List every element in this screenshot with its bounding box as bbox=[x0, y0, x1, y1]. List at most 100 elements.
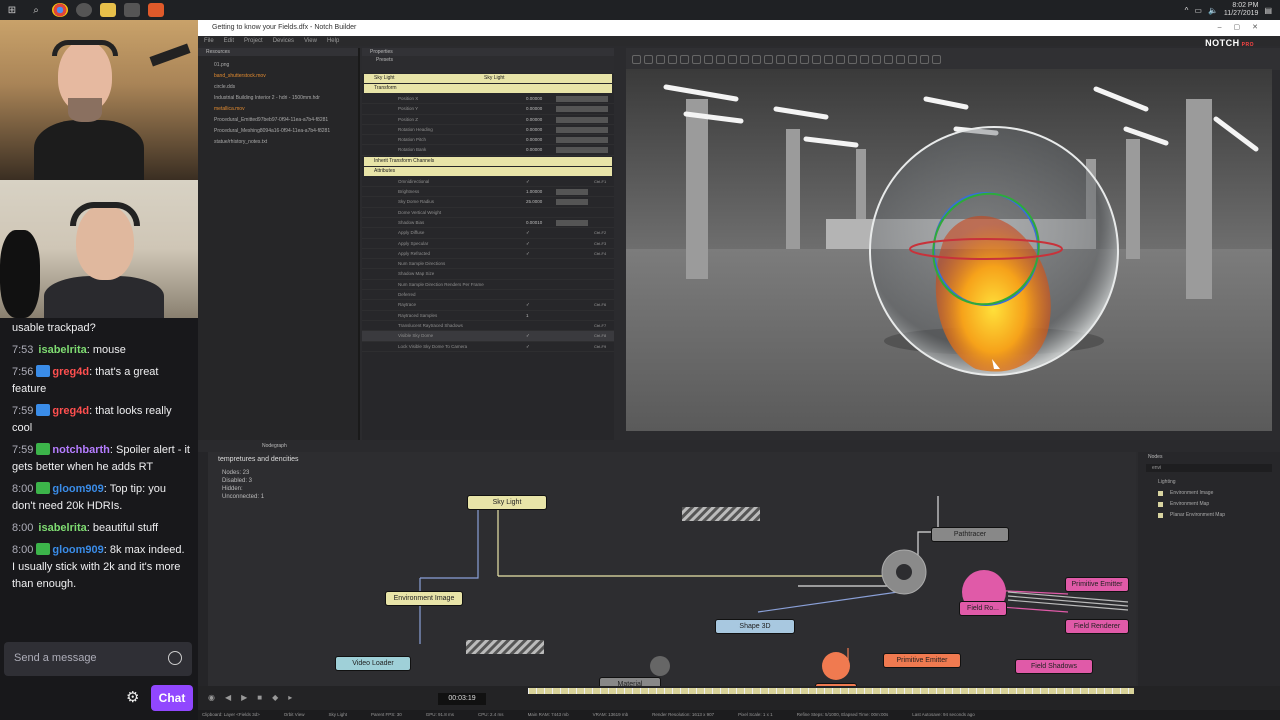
resource-item[interactable]: Procedural_Meshing8094a16-0f94-11ea-a7b4… bbox=[198, 126, 358, 137]
viewport-tool-button[interactable] bbox=[644, 54, 653, 64]
clock[interactable]: 8:02 PM 11/27/2019 bbox=[1224, 2, 1259, 18]
viewport-tool-button[interactable] bbox=[656, 54, 665, 64]
graph-node[interactable]: Field Renderer bbox=[1066, 620, 1128, 633]
section-transform[interactable]: Transform bbox=[364, 84, 612, 93]
emoji-icon[interactable] bbox=[168, 651, 182, 665]
property-slider[interactable] bbox=[556, 302, 588, 308]
section-inherit[interactable]: Inherit Transform Channels bbox=[364, 156, 612, 166]
property-row[interactable]: Rotation Heading 0.00000 bbox=[362, 125, 614, 136]
property-slider[interactable] bbox=[556, 96, 608, 102]
property-slider[interactable] bbox=[556, 199, 588, 206]
property-slider[interactable] bbox=[556, 126, 608, 133]
graph-node[interactable]: Field Shadows bbox=[1016, 660, 1092, 673]
property-value[interactable]: 0.00000 bbox=[526, 125, 556, 134]
resource-item[interactable]: circle.dds bbox=[198, 82, 358, 93]
folder-icon[interactable] bbox=[100, 3, 116, 17]
chat-username[interactable]: isabelrita bbox=[38, 344, 86, 356]
node-library-item[interactable]: Environment Map bbox=[1138, 499, 1280, 510]
viewport-tool-button[interactable] bbox=[728, 54, 737, 64]
property-row[interactable]: Position X 0.00000 bbox=[362, 94, 614, 105]
property-row[interactable]: Shadow Bias 0.00010 bbox=[362, 218, 614, 229]
property-slider[interactable] bbox=[556, 292, 588, 298]
nodes-category-lighting[interactable]: Lighting bbox=[1138, 476, 1280, 488]
chat-username[interactable]: greg4d bbox=[52, 366, 89, 378]
property-value[interactable] bbox=[526, 208, 556, 217]
node-library-item[interactable]: Planar Environment Map bbox=[1138, 510, 1280, 521]
viewport-tool-button[interactable] bbox=[800, 54, 809, 64]
menu-item-project[interactable]: Project bbox=[244, 36, 263, 46]
property-row[interactable]: Position Z 0.00000 bbox=[362, 115, 614, 125]
viewport-tool-button[interactable] bbox=[716, 54, 725, 64]
property-slider[interactable] bbox=[556, 179, 588, 185]
property-slider[interactable] bbox=[556, 261, 588, 267]
resource-item[interactable]: Procedural_Emitted97beb97-0f94-11ea-a7b4… bbox=[198, 115, 358, 126]
graph-node[interactable]: Video Loader bbox=[336, 657, 410, 670]
property-slider[interactable] bbox=[556, 271, 588, 277]
property-slider[interactable] bbox=[556, 251, 588, 257]
viewport-tool-button[interactable] bbox=[932, 54, 941, 64]
property-row[interactable]: Dome Vertical Weight bbox=[362, 208, 614, 218]
property-value[interactable]: 1.00000 bbox=[526, 187, 556, 196]
timeline-ruler[interactable] bbox=[528, 688, 1134, 694]
property-row[interactable]: Apply Specular ✓ Ctrl-F3 bbox=[362, 239, 614, 249]
property-slider[interactable] bbox=[556, 313, 588, 319]
graph-node[interactable]: Pathtracer bbox=[932, 528, 1008, 541]
nodes-search-input[interactable]: envi bbox=[1146, 464, 1272, 472]
gear-icon[interactable]: ⚙ bbox=[126, 688, 139, 706]
window-controls[interactable]: –▢✕ bbox=[1218, 20, 1270, 36]
transport-controls[interactable]: ◉◀▶■◆▸ bbox=[208, 693, 302, 702]
graph-node[interactable]: Primitive Emitter bbox=[1066, 578, 1128, 591]
property-value[interactable]: 25.0000 bbox=[526, 197, 556, 206]
property-slider[interactable] bbox=[556, 323, 588, 329]
property-value[interactable]: ✓ bbox=[526, 228, 556, 237]
viewport-tool-button[interactable] bbox=[824, 54, 833, 64]
chat-username[interactable]: greg4d bbox=[52, 405, 89, 417]
property-row[interactable]: Deferred bbox=[362, 290, 614, 301]
property-slider[interactable] bbox=[556, 282, 588, 288]
property-slider[interactable] bbox=[556, 137, 608, 144]
notch-app-icon[interactable] bbox=[148, 3, 164, 17]
menu-item-devices[interactable]: Devices bbox=[273, 36, 294, 46]
property-row[interactable]: Omnidirectional ✓ Ctrl-F1 bbox=[362, 177, 614, 188]
property-value[interactable]: ✓ bbox=[526, 342, 556, 351]
nodegraph-tab[interactable]: Nodegraph bbox=[262, 443, 287, 449]
timeline[interactable]: 00:03:19 ◉◀▶■◆▸ bbox=[198, 686, 1280, 710]
windows-start-icon[interactable]: ⊞ bbox=[4, 3, 20, 17]
chat-username[interactable]: gloom909 bbox=[52, 483, 103, 495]
property-slider[interactable] bbox=[556, 189, 588, 196]
property-value[interactable] bbox=[526, 280, 556, 289]
viewport-tool-button[interactable] bbox=[692, 54, 701, 64]
chevron-up-icon[interactable]: ^ bbox=[1185, 6, 1189, 15]
viewport-tool-button[interactable] bbox=[908, 54, 917, 64]
volume-icon[interactable]: 🔈 bbox=[1208, 6, 1218, 15]
property-slider[interactable] bbox=[556, 333, 588, 339]
property-row[interactable]: Lock Visible Sky Dome To Camera ✓ Ctrl-F9 bbox=[362, 342, 614, 352]
property-slider[interactable] bbox=[556, 116, 608, 123]
viewport-tool-button[interactable] bbox=[812, 54, 821, 64]
property-row[interactable]: Rotation Pitch 0.00000 bbox=[362, 135, 614, 146]
viewport-tool-button[interactable] bbox=[752, 54, 761, 64]
property-slider[interactable] bbox=[556, 147, 608, 154]
viewport-tool-button[interactable] bbox=[704, 54, 713, 64]
property-row[interactable]: Apply Diffuse ✓ Ctrl-F2 bbox=[362, 228, 614, 239]
search-icon[interactable]: ⌕ bbox=[28, 3, 44, 17]
property-value[interactable]: ✓ bbox=[526, 300, 556, 309]
property-value[interactable]: ✓ bbox=[526, 239, 556, 248]
resource-item[interactable]: 01.png bbox=[198, 60, 358, 71]
steam-icon[interactable] bbox=[76, 3, 92, 17]
property-row[interactable]: Raytrace ✓ Ctrl-F6 bbox=[362, 300, 614, 311]
presets-header[interactable]: Presets bbox=[362, 56, 614, 64]
property-row[interactable]: Visible Sky Dome ✓ Ctrl-F8 bbox=[362, 331, 614, 342]
viewport-tool-button[interactable] bbox=[896, 54, 905, 64]
viewport-tool-button[interactable] bbox=[884, 54, 893, 64]
graph-node[interactable]: Primitive Emitter bbox=[884, 654, 960, 667]
viewport-tool-button[interactable] bbox=[788, 54, 797, 64]
viewport-tool-button[interactable] bbox=[668, 54, 677, 64]
menu-item-view[interactable]: View bbox=[304, 36, 317, 46]
viewport-tool-button[interactable] bbox=[872, 54, 881, 64]
property-value[interactable]: 0.00000 bbox=[526, 104, 556, 113]
property-row[interactable]: Num Sample Direction Renders Per Frame bbox=[362, 280, 614, 291]
viewport-tool-button[interactable] bbox=[836, 54, 845, 64]
graph-node[interactable]: Shape 3D bbox=[716, 620, 794, 633]
property-value[interactable] bbox=[526, 290, 556, 299]
